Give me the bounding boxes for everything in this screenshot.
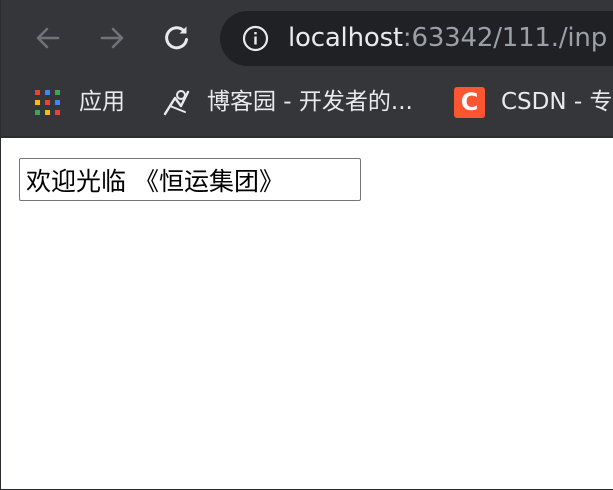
reload-icon bbox=[165, 26, 188, 50]
bookmark-label: 博客园 - 开发者的... bbox=[207, 89, 413, 115]
csdn-icon: C bbox=[454, 86, 485, 118]
bookmark-csdn[interactable]: C CSDN - 专 bbox=[454, 78, 613, 126]
arrow-left-icon bbox=[36, 27, 60, 49]
url-text[interactable]: localhost:63342/111./inp bbox=[288, 21, 607, 55]
bookmarks-bar: 应用 博客园 - 开发者的... C CSDN - 专 bbox=[1, 78, 613, 136]
bookmark-label: 应用 bbox=[79, 89, 125, 115]
address-bar[interactable]: localhost:63342/111./inp bbox=[220, 11, 613, 66]
bookmark-apps[interactable]: 应用 bbox=[34, 78, 125, 126]
url-host: localhost bbox=[288, 23, 403, 53]
apps-grid-icon bbox=[34, 89, 61, 116]
bookmark-label: CSDN - 专 bbox=[501, 89, 613, 115]
browser-window: localhost:63342/111./inp 应用 博客园 - 开发者的..… bbox=[0, 0, 613, 490]
page-content bbox=[1, 138, 613, 489]
browser-toolbar: localhost:63342/111./inp bbox=[1, 0, 613, 78]
text-input[interactable] bbox=[19, 158, 361, 201]
url-path: :63342/111./inp bbox=[402, 23, 608, 53]
forward-button[interactable] bbox=[92, 18, 132, 58]
cnblogs-icon bbox=[163, 90, 190, 116]
bookmark-cnblogs[interactable]: 博客园 - 开发者的... bbox=[161, 78, 413, 126]
back-button[interactable] bbox=[28, 18, 68, 58]
info-circle-icon[interactable] bbox=[242, 25, 269, 52]
reload-button[interactable] bbox=[157, 18, 197, 58]
arrow-right-icon bbox=[100, 27, 124, 49]
